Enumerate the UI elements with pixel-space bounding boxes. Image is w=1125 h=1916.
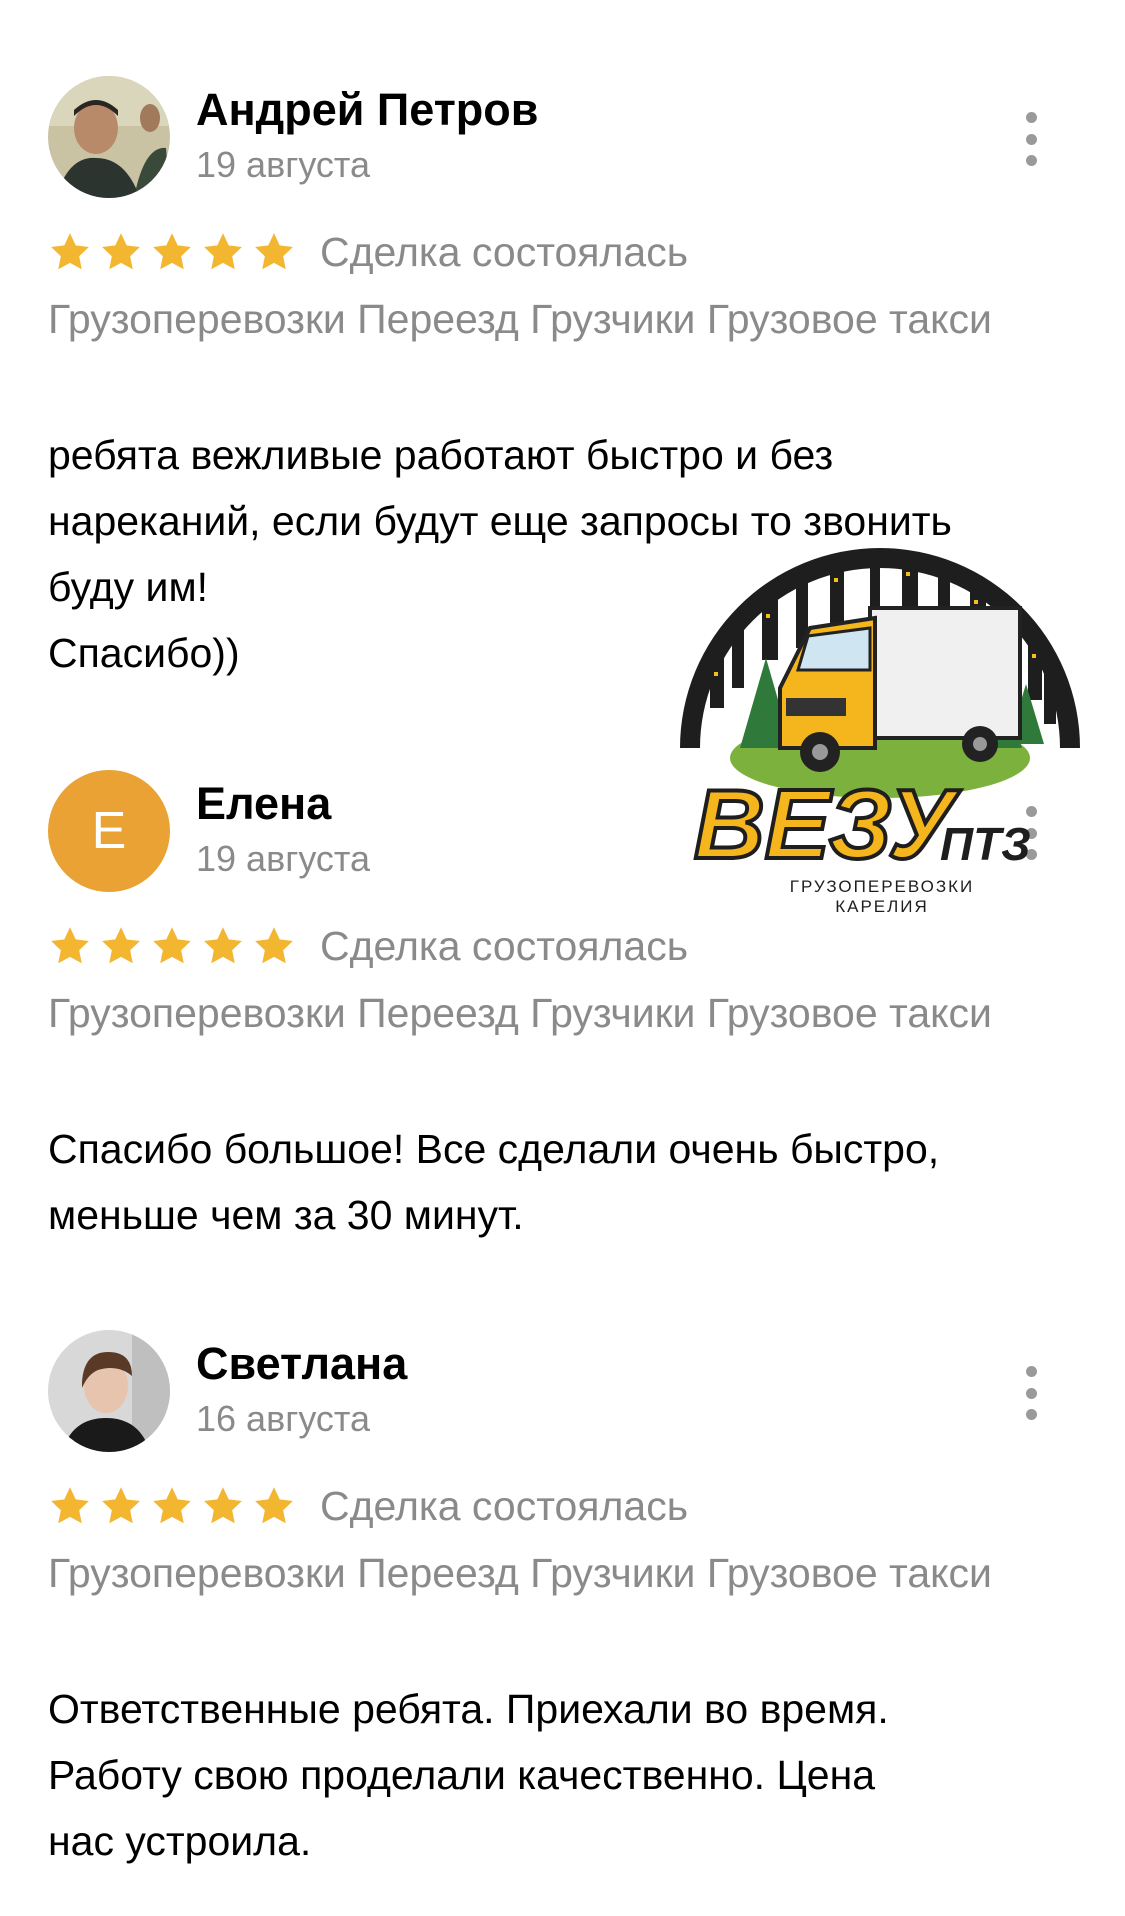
service-tags: Грузоперевозки Переезд Грузчики Грузовое… xyxy=(48,1550,992,1596)
review-date: 19 августа xyxy=(196,144,371,185)
star-icon xyxy=(204,233,242,270)
reviewer-name[interactable]: Светлана xyxy=(196,1338,407,1390)
review-text-line: Спасибо большое! Все сделали очень быстр… xyxy=(48,1126,940,1172)
deal-status: Сделка состоялась xyxy=(320,1482,689,1529)
star-icon xyxy=(102,233,140,270)
rating-row: Сделка состоялась xyxy=(48,224,688,280)
avatar-photo xyxy=(48,76,170,198)
star-icon xyxy=(51,1487,89,1524)
reviewer-name[interactable]: Андрей Петров xyxy=(196,84,538,136)
logo-subtitle-1: ГРУЗОПЕРЕВОЗКИ xyxy=(790,877,975,896)
star-icon xyxy=(51,233,89,270)
star-icon xyxy=(204,1487,242,1524)
star-icon xyxy=(153,927,191,964)
star-icon xyxy=(153,233,191,270)
review-text: Ответственные ребята. Приехали во время.… xyxy=(48,1676,1108,1874)
rating-row: Сделка состоялась xyxy=(48,918,688,974)
star-rating xyxy=(48,230,296,274)
rating-row: Сделка состоялась xyxy=(48,1478,688,1534)
star-icon xyxy=(204,927,242,964)
star-icon xyxy=(255,1487,293,1524)
review-text-line: нареканий, если будут еще запросы то зво… xyxy=(48,498,952,544)
avatar[interactable]: Е xyxy=(48,770,170,892)
avatar[interactable] xyxy=(48,76,170,198)
avatar[interactable] xyxy=(48,1330,170,1452)
deal-status: Сделка состоялась xyxy=(320,228,689,275)
star-rating xyxy=(48,924,296,968)
star-icon xyxy=(102,1487,140,1524)
review-text-line: Ответственные ребята. Приехали во время. xyxy=(48,1686,889,1732)
review-text-line: нас устроила. xyxy=(48,1818,312,1864)
avatar-photo xyxy=(48,1330,170,1452)
star-icon xyxy=(255,233,293,270)
star-icon xyxy=(153,1487,191,1524)
logo-subtitle-2: КАРЕЛИЯ xyxy=(835,897,929,916)
review-date: 16 августа xyxy=(196,1398,371,1439)
logo-brand-suffix: ПТЗ xyxy=(940,818,1031,870)
star-icon xyxy=(51,927,89,964)
deal-status: Сделка состоялась xyxy=(320,922,689,969)
service-tags: Грузоперевозки Переезд Грузчики Грузовое… xyxy=(48,296,992,342)
company-logo: ВЕЗУ ПТЗ ГРУЗОПЕРЕВОЗКИ КАРЕЛИЯ xyxy=(670,548,1090,968)
review-text-line: ребята вежливые работают быстро и без xyxy=(48,432,834,478)
review-text-line: меньше чем за 30 минут. xyxy=(48,1192,524,1238)
logo-brand: ВЕЗУ xyxy=(694,769,961,879)
more-options-icon[interactable] xyxy=(1016,1366,1046,1420)
review-date: 19 августа xyxy=(196,838,371,879)
more-options-icon[interactable] xyxy=(1016,112,1046,166)
logo-emblem: ВЕЗУ ПТЗ ГРУЗОПЕРЕВОЗКИ КАРЕЛИЯ xyxy=(680,548,1080,916)
service-tags: Грузоперевозки Переезд Грузчики Грузовое… xyxy=(48,990,992,1036)
review-text: Спасибо большое! Все сделали очень быстр… xyxy=(48,1116,1108,1248)
review-text-line: Работу свою проделали качественно. Цена xyxy=(48,1752,876,1798)
star-rating xyxy=(48,1484,296,1528)
star-icon xyxy=(102,927,140,964)
star-icon xyxy=(255,927,293,964)
reviewer-name[interactable]: Елена xyxy=(196,778,331,830)
